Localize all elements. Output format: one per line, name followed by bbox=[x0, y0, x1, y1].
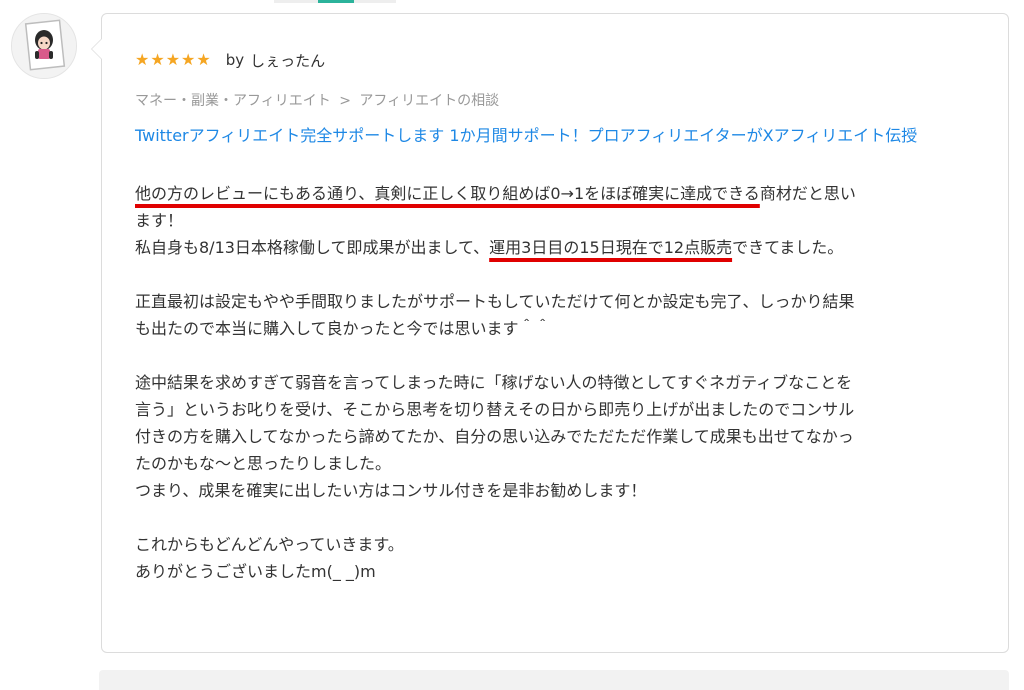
star-icon: ★ bbox=[196, 50, 211, 69]
breadcrumb-separator: > bbox=[339, 93, 351, 109]
review-line: も出たので本当に購入して良かったと今では思います＾＾ bbox=[135, 319, 551, 338]
by-label: by bbox=[225, 51, 245, 69]
star-rating: ★ ★ ★ ★ ★ bbox=[135, 52, 211, 68]
review-line: 正直最初は設定もやや手間取りましたがサポートもしていただけて何とか設定も完了、し… bbox=[135, 292, 855, 311]
star-icon: ★ bbox=[165, 50, 181, 69]
review-text: 私自身も8/13日本格稼働して即成果が出まして、 bbox=[135, 238, 490, 257]
review-body: 他の方のレビューにもある通り、真剣に正しく取り組めば0→1をほぼ確実に達成できる… bbox=[135, 180, 977, 585]
reviewer-name: しぇったん bbox=[250, 51, 326, 70]
star-icon: ★ bbox=[135, 50, 150, 69]
star-icon: ★ bbox=[181, 50, 196, 69]
review-text: 商材だと思い bbox=[759, 184, 856, 203]
review-line: 途中結果を求めすぎて弱音を言ってしまった時に「稼げない人の特徴としてすぐネガティ… bbox=[135, 373, 853, 392]
review-text: できてました。 bbox=[732, 238, 844, 257]
highlighted-text: 他の方のレビューにもある通り、真剣に正しく取り組めば0→1をほぼ確実に達成できる bbox=[135, 184, 760, 203]
highlighted-text: 運用3日目の15日現在で12点販売 bbox=[489, 238, 733, 257]
card-pointer-fill bbox=[92, 39, 102, 59]
avatar-image bbox=[12, 14, 76, 78]
star-icon: ★ bbox=[150, 50, 165, 69]
review-line: ありがとうございましたm(_ _)m bbox=[135, 562, 376, 581]
active-tab-indicator bbox=[318, 0, 354, 3]
service-title-link[interactable]: Twitterアフィリエイト完全サポートします 1か月間サポート！プロアフィリエ… bbox=[135, 122, 975, 149]
review-line: 私自身も8/13日本格稼働して即成果が出まして、運用3日目の15日現在で12点販… bbox=[135, 234, 977, 261]
breadcrumb: マネー・副業・アフィリエイト > アフィリエイトの相談 bbox=[135, 90, 503, 110]
review-line: ます！ bbox=[135, 211, 184, 230]
review-line: 付きの方を購入してなかったら諦めてたか、自分の思い込みでただただ作業して成果も出… bbox=[135, 427, 854, 446]
rating-row: ★ ★ ★ ★ ★ by しぇったん bbox=[135, 50, 325, 70]
review-line: これからもどんどんやっていきます。 bbox=[135, 535, 404, 554]
avatar[interactable] bbox=[11, 13, 77, 79]
breadcrumb-subcategory[interactable]: アフィリエイトの相談 bbox=[359, 93, 499, 109]
page: ★ ★ ★ ★ ★ by しぇったん マネー・副業・アフィリエイト > アフィリ… bbox=[0, 0, 1024, 690]
review-line: 言う」というお叱りを受け、そこから思考を切り替えその日から即売り上げが出ましたの… bbox=[135, 400, 855, 419]
review-line: つまり、成果を確実に出したい方はコンサル付きを是非お勧めします！ bbox=[135, 481, 647, 500]
review-line: たのかもな〜と思ったりしました。 bbox=[135, 454, 392, 473]
review-card: ★ ★ ★ ★ ★ by しぇったん マネー・副業・アフィリエイト > アフィリ… bbox=[91, 13, 1009, 653]
next-section-panel bbox=[99, 670, 1009, 690]
review-line: 他の方のレビューにもある通り、真剣に正しく取り組めば0→1をほぼ確実に達成できる… bbox=[135, 180, 977, 207]
breadcrumb-category[interactable]: マネー・副業・アフィリエイト bbox=[135, 93, 331, 109]
